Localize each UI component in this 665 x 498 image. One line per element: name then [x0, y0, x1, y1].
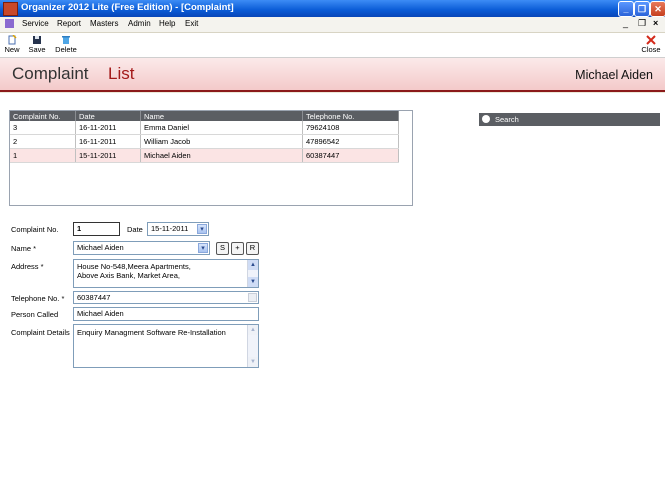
menu-exit[interactable]: Exit [185, 19, 198, 28]
telephone-value: 60387447 [77, 293, 111, 302]
cell-complaint-no: 1 [10, 148, 76, 163]
cell-complaint-no: 3 [10, 121, 76, 135]
address-line-2: Above Axis Bank, Market Area, [77, 271, 180, 280]
app-icon [3, 2, 18, 16]
cell-name: William Jacob [140, 134, 303, 149]
person-called-field[interactable]: Michael Aiden [73, 307, 259, 321]
search-customer-button[interactable]: S [216, 242, 229, 255]
date-value: 15-11-2011 [151, 224, 189, 233]
grid-header-row: Complaint No. Date Name Telephone No. [10, 111, 399, 121]
date-label: Date [127, 225, 143, 234]
header-divider [0, 90, 665, 92]
chevron-down-icon[interactable]: ▾ [197, 224, 207, 234]
maximize-button[interactable]: ❐ [634, 1, 650, 17]
trash-icon [62, 36, 70, 44]
cell-telephone: 47896542 [302, 134, 399, 149]
date-field[interactable]: 15-11-2011 ▾ [147, 222, 209, 236]
minimize-button[interactable]: _ [618, 1, 634, 17]
page-header: Complaint List Michael Aiden [0, 58, 665, 92]
cell-complaint-no: 2 [10, 134, 76, 149]
search-panel[interactable]: Search [479, 113, 660, 126]
window-title: Organizer 2012 Lite (Free Edition) - [Co… [21, 2, 234, 13]
col-telephone[interactable]: Telephone No. [302, 111, 399, 121]
save-icon [33, 36, 41, 44]
scroll-down-icon[interactable]: ▼ [248, 357, 258, 367]
scroll-down-icon[interactable]: ▼ [248, 277, 258, 287]
address-textarea[interactable]: House No-548,Meera Apartments, Above Axi… [73, 259, 259, 288]
complaint-no-label: Complaint No. [11, 225, 59, 234]
toolbar: New Save Delete Close [0, 33, 665, 58]
content-area: Complaint No. Date Name Telephone No. 3 … [0, 93, 665, 498]
delete-label: Delete [55, 45, 77, 54]
col-date[interactable]: Date [75, 111, 141, 121]
menu-report[interactable]: Report [57, 19, 81, 28]
menu-service[interactable]: Service [22, 19, 49, 28]
cell-telephone: 79624108 [302, 121, 399, 135]
close-button[interactable]: Close [640, 35, 662, 54]
delete-button[interactable]: Delete [54, 35, 78, 54]
table-row-selected[interactable]: 1 15-11-2011 Michael Aiden 60387447 [10, 148, 399, 163]
complaint-details-textarea[interactable]: Enquiry Managment Software Re-Installati… [73, 324, 259, 368]
mdi-restore-icon[interactable]: ❐ [638, 18, 646, 29]
cell-date: 16-11-2011 [75, 121, 141, 135]
address-line-1: House No-548,Meera Apartments, [77, 262, 191, 271]
new-label: New [4, 45, 20, 54]
refresh-customer-button[interactable]: R [246, 242, 259, 255]
person-called-label: Person Called [11, 310, 59, 319]
search-icon [482, 115, 490, 123]
user-name: Michael Aiden [575, 68, 653, 82]
add-customer-button[interactable]: + [231, 242, 244, 255]
menu-admin[interactable]: Admin [128, 19, 151, 28]
cell-name: Emma Daniel [140, 121, 303, 135]
complaint-details-value: Enquiry Managment Software Re-Installati… [77, 328, 226, 337]
telephone-label: Telephone No. * [11, 294, 65, 303]
new-button[interactable]: New [3, 35, 21, 54]
mdi-minimize-icon[interactable]: _ [623, 18, 628, 28]
title-bar: Organizer 2012 Lite (Free Edition) - [Co… [0, 0, 665, 17]
col-complaint-no[interactable]: Complaint No. [10, 111, 76, 121]
table-row[interactable]: 2 16-11-2011 William Jacob 47896542 [10, 134, 399, 149]
telephone-field[interactable]: 60387447 [73, 291, 259, 304]
cell-telephone: 60387447 [302, 148, 399, 163]
close-window-button[interactable]: ✕ [650, 1, 665, 17]
save-button[interactable]: Save [28, 35, 46, 54]
cell-date: 16-11-2011 [75, 134, 141, 149]
details-scrollbar[interactable]: ▲ ▼ [247, 325, 258, 367]
complaint-no-field[interactable]: 1 [73, 222, 120, 236]
cell-date: 15-11-2011 [75, 148, 141, 163]
menu-help[interactable]: Help [159, 19, 175, 28]
chevron-down-icon[interactable]: ▾ [198, 243, 208, 253]
address-label: Address * [11, 262, 44, 271]
scroll-up-icon[interactable]: ▲ [248, 260, 258, 270]
table-row[interactable]: 3 16-11-2011 Emma Daniel 79624108 [10, 121, 399, 135]
spinner-icon[interactable] [248, 293, 257, 302]
doc-menu-icon[interactable] [5, 19, 14, 28]
name-label: Name * [11, 244, 37, 253]
name-value: Michael Aiden [77, 243, 124, 252]
name-select[interactable]: Michael Aiden ▾ [73, 241, 210, 255]
page-title-main: Complaint [12, 64, 89, 83]
close-label: Close [641, 45, 661, 54]
complaint-details-label: Complaint Details [11, 328, 70, 337]
complaint-grid: Complaint No. Date Name Telephone No. 3 … [9, 110, 413, 206]
search-label: Search [495, 115, 519, 124]
menu-bar: Service Report Masters Admin Help Exit _… [0, 17, 665, 33]
save-label: Save [28, 45, 46, 54]
menu-masters[interactable]: Masters [90, 19, 118, 28]
scroll-up-icon[interactable]: ▲ [248, 325, 258, 335]
col-name[interactable]: Name [140, 111, 303, 121]
new-doc-icon [8, 35, 17, 45]
close-icon [646, 35, 656, 45]
mdi-close-icon[interactable]: × [653, 18, 658, 28]
cell-name: Michael Aiden [140, 148, 303, 163]
page-title-accent: List [108, 64, 135, 83]
address-scrollbar[interactable]: ▲ ▼ [247, 260, 258, 287]
